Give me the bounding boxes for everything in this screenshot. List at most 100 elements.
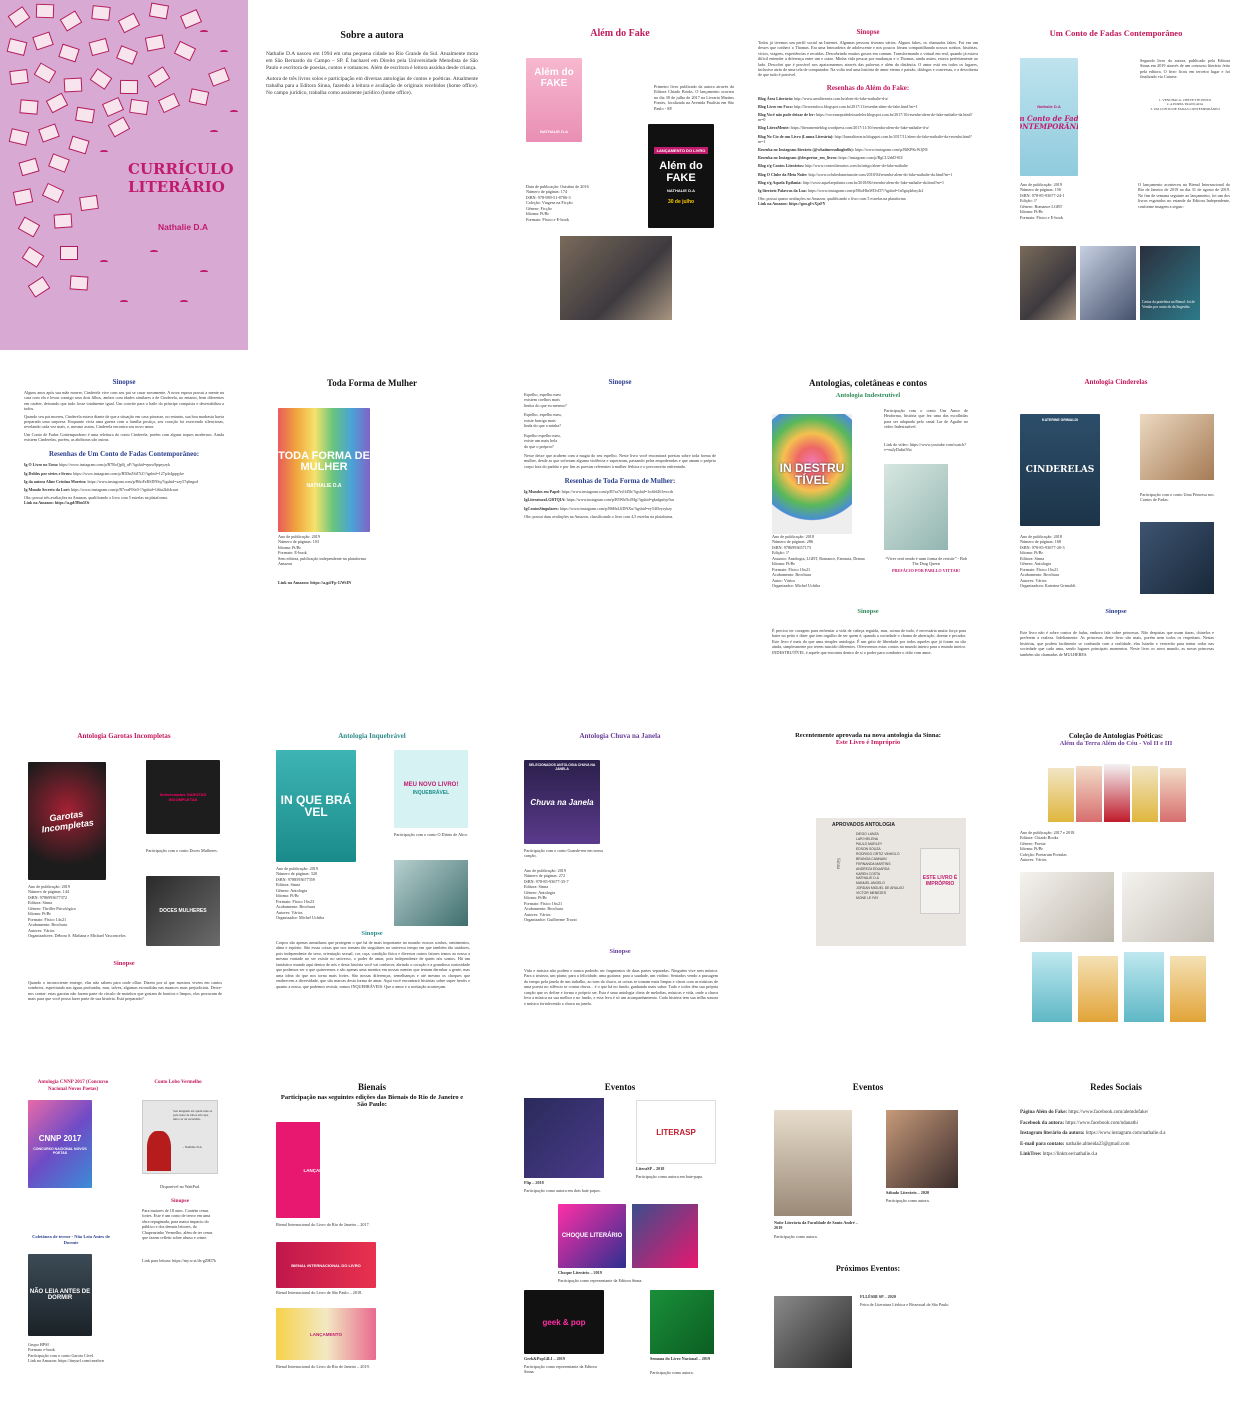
review-item[interactable]: Ig Mundos em Papel: https://www.instagra… <box>524 489 716 494</box>
garotas-details: Ano de publicação: 2019 Número de páginas… <box>28 884 138 939</box>
review-item[interactable]: Blog O Clube da Meia Noite: http://www.o… <box>758 172 978 177</box>
cinderelas-photo-1 <box>1140 414 1214 480</box>
review-item[interactable]: Ig O Livro no Umu: https://www.instagram… <box>24 462 224 467</box>
sinopse-text: Este livro não é sobre contos de fadas, … <box>1020 630 1214 657</box>
inquebravel-cover-title: IN QUE BRÁ VEL <box>280 793 352 819</box>
fles-title: FLLÉSBI SP – 2020 <box>860 1294 896 1299</box>
detail-line: Formato: Físico e E-book <box>1020 214 1063 220</box>
eventos-page-1: Eventos Flip – 2018 Participação como au… <box>496 1050 744 1400</box>
cnnp-cover-sub: CONCURSO NACIONAL NOVOS POETAS <box>33 1146 87 1155</box>
review-url[interactable]: https://www.instagram.com/p/B6oFzRSDNSq/… <box>87 479 198 484</box>
photo-caption: Cartaz da prateleira na Bienal: foi de V… <box>1142 300 1195 309</box>
review-url[interactable]: https://literamenteblog.wordpress.com/20… <box>791 125 929 130</box>
social-item[interactable]: Instagram literário da autora: https://w… <box>1020 1131 1212 1138</box>
social-value[interactable]: https://www.facebook.com/alemdofake/ <box>1068 1110 1148 1115</box>
toda-cover-author: NATHALIE D.A <box>306 483 342 489</box>
poem: Espelho, espelho meu existem coelhos mais… <box>524 392 716 449</box>
amazon-link[interactable]: Link na Amazon: https://a.gd/Hbn5Ot <box>24 500 224 505</box>
book-illustration <box>21 246 45 268</box>
bienal-poster-2017: LANÇAMENTO DO LIVRO <box>276 1122 386 1218</box>
social-item[interactable]: Facebook da autora: https://www.facebook… <box>1020 1121 1212 1128</box>
conto-cover: Nathalie D.A Um Conto de Fadas CONTEMPOR… <box>1020 58 1078 176</box>
review-url[interactable]: https://www.instagram.com/p/BfKPKrWJjNl/ <box>855 147 928 152</box>
cover-title: CURRÍCULO LITERÁRIO <box>128 160 234 196</box>
review-item[interactable]: IgLiteraturaLGBTQIA: https://www.instagr… <box>524 497 716 502</box>
lobo-heading: Conto Lobo Vermelho <box>154 1080 202 1085</box>
detail-line: Organizadores: Débora S. Mafiana e Micha… <box>28 933 126 939</box>
review-item[interactable]: IgContosSingulares: https://www.instagra… <box>524 506 716 511</box>
review-item[interactable]: Blog Livro em Foco: http://livroemfoco.b… <box>758 104 978 109</box>
review-item[interactable]: Blog Você não pode deixar de ler: https:… <box>758 112 978 122</box>
review-item[interactable]: Ig Mundo Secreto da Luri: https://www.in… <box>24 487 224 492</box>
about-heading: Sobre a autora <box>340 30 404 41</box>
review-url[interactable]: https://www.instagram.com/p/B7vraF0fx0-/… <box>71 487 178 492</box>
colecao-photo-2 <box>1122 872 1214 942</box>
review-url[interactable]: https://www.instagram.com/p/B5DnZ6iJ7tZ/… <box>73 471 184 476</box>
social-value[interactable]: https://www.facebook.com/ndanathi <box>1065 1121 1137 1126</box>
social-value[interactable]: nathalie.almeida23@gmail.com <box>1066 1142 1130 1147</box>
antologia-sub: Antologia Indestrutível <box>835 392 901 399</box>
lobo-sinopse: Para maiores de 18 anos. Contém cenas fo… <box>142 1208 213 1241</box>
social-label: Facebook da autora: <box>1020 1120 1066 1126</box>
review-item[interactable]: Blog Área Literária: http://www.arealite… <box>758 96 978 101</box>
social-value[interactable]: https://linktr.ee/nathalie.d.a <box>1043 1152 1098 1157</box>
review-url[interactable]: https://instagram.com/p/BgCU2rbD-R3/ <box>839 155 904 160</box>
review-item[interactable]: Blog LiteraMente: https://literamenteblo… <box>758 125 978 130</box>
aprovados-poster: APROVADOS ANTOLOGIA DIEGO LANZA LARI HELE… <box>816 818 966 946</box>
approved-name: MONE LE FAY <box>856 896 879 901</box>
review-name: Ig literário Palavras da Lua: <box>758 187 808 193</box>
review-url[interactable]: http://livroemfoco.blogspot.com.br/2017/… <box>794 104 918 109</box>
sinopse-heading: Sinopse <box>113 960 135 967</box>
review-item[interactable]: Ig da autora Aline Cristina Moreira: htt… <box>24 479 224 484</box>
review-url[interactable]: http://www.contosliterarios.com.br/artig… <box>805 163 908 168</box>
horror-cover-title: NÃO LEIA ANTES DE DORMIR <box>29 1289 91 1301</box>
review-url[interactable]: https://www.instagram.com/p/B6oHhsWDvD7/… <box>808 188 924 193</box>
conto-page: Um Conto de Fadas Contemporâneo Nathalie… <box>992 0 1240 350</box>
review-name: Blog No Cio de um Livro (Lunna Literária… <box>758 133 835 139</box>
review-item[interactable]: Ig literário Palavras da Lua: https://ww… <box>758 188 978 193</box>
bienais-page: Bienais Participação nas seguintes ediçõ… <box>248 1050 496 1400</box>
review-item[interactable]: Blog No Cio de um Livro (Lunna Literária… <box>758 134 978 144</box>
conto-cover-title: Um Conto de Fadas CONTEMPORÂNEO <box>1020 113 1078 131</box>
lobo-link[interactable]: Link para leitura: https://my.w.st/ds-gZ… <box>142 1258 218 1263</box>
review-url[interactable]: http://www.aquelaepifania.com.br/2018/06… <box>803 180 944 185</box>
social-item[interactable]: E-mail para contato: nathalie.almeida23@… <box>1020 1142 1212 1149</box>
book-illustration <box>144 34 166 52</box>
antologias-page: Antologias, coletâneas e contos Antologi… <box>744 350 992 700</box>
bienal-photo-2 <box>1080 246 1136 320</box>
noite-title: Noite Literária da Faculdade de Santo An… <box>774 1220 858 1231</box>
video-link[interactable]: Link do vídeo: https://www.youtube.com/w… <box>884 442 968 453</box>
review-item[interactable]: Blog e/g Aquela Epifania: http://www.aqu… <box>758 180 978 185</box>
review-url[interactable]: https://www.instagram.com/p/B7RoQp0j_uF/… <box>59 462 170 467</box>
review-item[interactable]: Resenha no Instagram @despertar_em_livro… <box>758 155 978 160</box>
review-url[interactable]: https://www.instagram.com/p/B6HaLlfDNXu/… <box>560 506 672 511</box>
review-name: Resenha no Instagram literário (@whatimr… <box>758 146 855 152</box>
review-item[interactable]: Blog e/g Contos Literários: http://www.c… <box>758 163 978 168</box>
horror-cover: NÃO LEIA ANTES DE DORMIR <box>28 1254 92 1336</box>
social-item[interactable]: Página Além do Fake: https://www.faceboo… <box>1020 1110 1212 1117</box>
review-name: Blog LiteraMente: <box>758 125 791 131</box>
detail-line: Autores: Vários <box>1020 857 1047 863</box>
noite-desc: Participação como autora. <box>774 1234 818 1239</box>
book-illustration <box>58 43 80 63</box>
garotas-cover: Garotas Incompletas <box>28 762 106 880</box>
review-url[interactable]: https://www.instagram.com/p/B7sa7et1f45h… <box>562 489 674 494</box>
book-illustration <box>91 5 111 21</box>
review-url[interactable]: http://www.oclubedameianoite.com/2018/04… <box>808 172 952 177</box>
flip-desc: Participação como autora em dois bate pa… <box>524 1188 601 1193</box>
review-item[interactable]: Ig Dobles por séries e livros: https://w… <box>24 471 224 476</box>
book-illustration <box>119 79 139 95</box>
sinopse-heading: Sinopse <box>857 608 879 615</box>
book-illustration <box>17 216 41 238</box>
social-item[interactable]: LinkTree: https://linktr.ee/nathalie.d.a <box>1020 1152 1212 1159</box>
review-url[interactable]: http://www.arealiteraria.com.br/alem-do-… <box>794 96 888 101</box>
cover-page: CURRÍCULO LITERÁRIO Nathalie D.A <box>0 0 248 350</box>
book-illustration <box>7 6 31 28</box>
review-url[interactable]: https://www.instagram.com/p/B5WkNcfMg/?i… <box>567 497 675 502</box>
review-name: Blog Área Literária: <box>758 95 795 101</box>
amazon-link[interactable]: Link na Amazon: https://a.gd/Fp GWtIN <box>278 580 378 585</box>
social-value[interactable]: https://www.instagram.com/nathalie.d.a <box>1086 1131 1166 1136</box>
review-item[interactable]: Resenha no Instagram literário (@whatimr… <box>758 147 978 152</box>
detail-line: Organizador: Guilherme Trozzi <box>524 917 577 923</box>
amazon-link[interactable]: Link na Amazon: https://goo.gl/vXjzFY <box>758 201 978 206</box>
